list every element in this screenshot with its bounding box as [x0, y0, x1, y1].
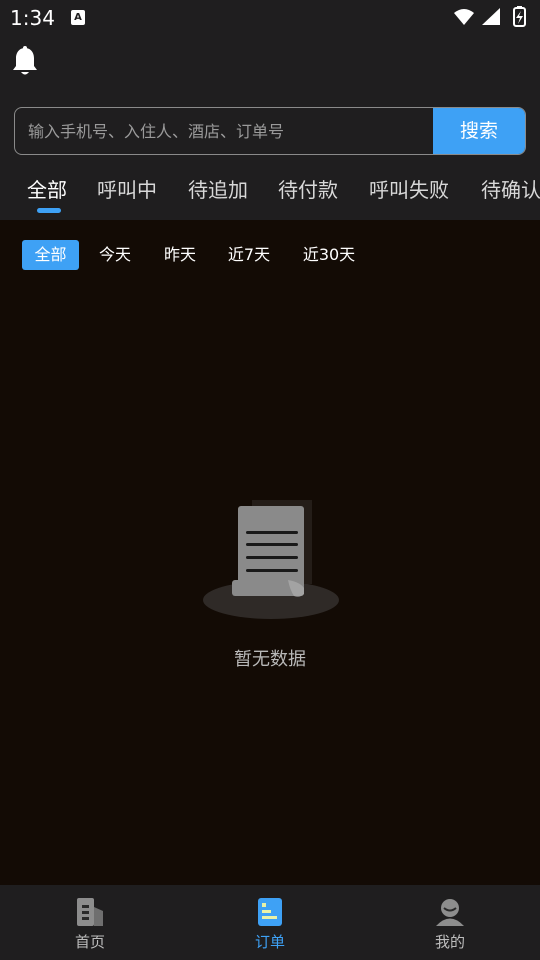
order-icon	[258, 898, 282, 926]
date-filters: 全部 今天 昨天 近7天 近30天	[0, 240, 540, 272]
filter-all[interactable]: 全部	[22, 240, 79, 270]
header: 1:34 A 搜索 全部 呼叫中 待追加 待付款 呼叫失败 待确认	[0, 0, 540, 220]
nav-orders-label: 订单	[254, 933, 285, 951]
home-building-icon	[77, 898, 103, 926]
wifi-icon	[454, 9, 474, 25]
signal-icon	[482, 8, 500, 25]
bell-icon[interactable]	[12, 46, 38, 78]
notification-app-icon: A	[71, 10, 85, 25]
tab-pending-append[interactable]: 待追加	[188, 174, 248, 203]
active-tab-indicator	[37, 208, 61, 213]
bottom-navigation: 首页 订单 我的	[0, 885, 540, 960]
empty-document-icon	[203, 500, 339, 619]
profile-icon	[436, 899, 464, 926]
status-time: 1:34	[10, 6, 55, 30]
filter-yesterday[interactable]: 昨天	[155, 240, 205, 270]
tab-calling[interactable]: 呼叫中	[97, 174, 157, 203]
filter-last-7-days[interactable]: 近7天	[220, 240, 278, 270]
tab-all[interactable]: 全部	[27, 174, 67, 203]
tab-call-failed[interactable]: 呼叫失败	[369, 174, 449, 203]
search-input[interactable]	[15, 108, 435, 154]
search-button[interactable]: 搜索	[433, 108, 525, 154]
nav-orders[interactable]: 订单	[180, 885, 360, 960]
tab-pending-confirm[interactable]: 待确认	[481, 174, 540, 203]
battery-icon	[513, 6, 526, 27]
nav-home-label: 首页	[74, 933, 105, 951]
filter-today[interactable]: 今天	[90, 240, 140, 270]
status-icons	[454, 6, 526, 27]
nav-profile[interactable]: 我的	[360, 885, 540, 960]
search-bar: 搜索	[14, 107, 526, 155]
empty-state-text: 暂无数据	[234, 649, 306, 670]
filter-last-30-days[interactable]: 近30天	[295, 240, 363, 270]
status-bar: 1:34 A	[0, 0, 540, 38]
nav-home[interactable]: 首页	[0, 885, 180, 960]
nav-profile-label: 我的	[434, 933, 465, 951]
status-tabs: 全部 呼叫中 待追加 待付款 呼叫失败 待确认	[0, 168, 540, 218]
tab-pending-payment[interactable]: 待付款	[278, 174, 338, 203]
